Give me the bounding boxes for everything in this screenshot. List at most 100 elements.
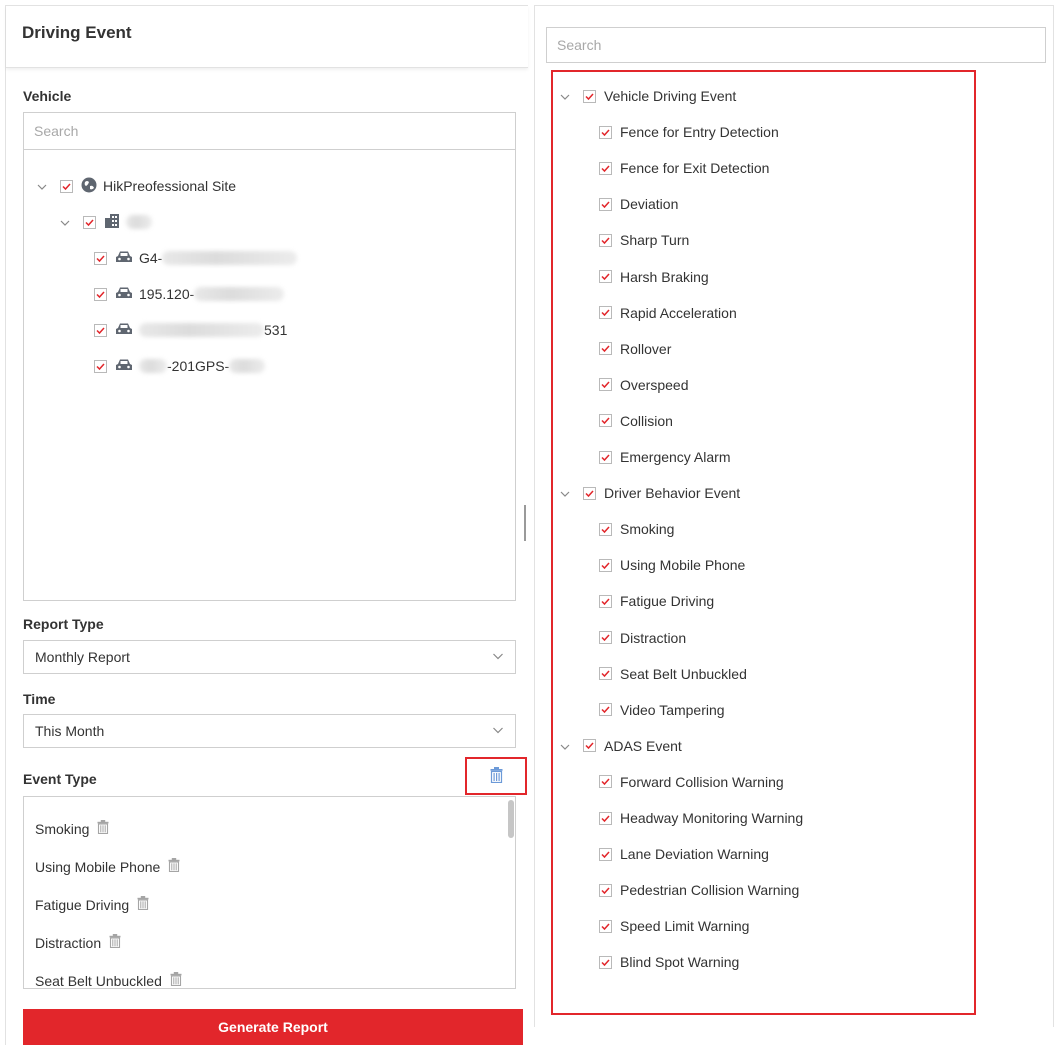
event-checkbox[interactable] <box>599 450 612 464</box>
event-checkbox[interactable] <box>599 667 612 681</box>
chevron-down-icon[interactable] <box>59 216 71 228</box>
event-checkbox[interactable] <box>599 955 612 969</box>
vehicle-search-input[interactable] <box>23 112 516 150</box>
event-checkbox[interactable] <box>599 522 612 536</box>
event-label: Seat Belt Unbuckled <box>35 972 162 989</box>
trash-icon[interactable] <box>170 972 182 988</box>
event-item[interactable]: Video Tampering <box>599 699 725 721</box>
event-item[interactable]: Seat Belt Unbuckled <box>599 663 747 685</box>
event-checkbox[interactable] <box>599 270 612 283</box>
event-checkbox[interactable] <box>599 594 612 608</box>
tree-node-vehicle[interactable]: G4- <box>94 247 298 269</box>
event-checkbox[interactable] <box>599 125 612 139</box>
event-item[interactable]: Sharp Turn <box>599 229 689 251</box>
redacted-vehicle-name <box>162 251 298 265</box>
tree-node-vehicle[interactable]: -201GPS- <box>94 355 266 377</box>
group-checkbox[interactable] <box>583 89 596 103</box>
trash-icon[interactable] <box>168 858 180 875</box>
chevron-down-icon[interactable] <box>559 740 571 752</box>
trash-icon[interactable] <box>137 896 149 913</box>
event-label: Smoking <box>620 521 675 538</box>
event-label: Smoking <box>35 820 90 837</box>
event-item[interactable]: Rapid Acceleration <box>599 302 737 324</box>
chevron-down-icon[interactable] <box>559 487 571 499</box>
event-checkbox[interactable] <box>599 919 612 933</box>
event-checkbox[interactable] <box>599 306 612 320</box>
event-item[interactable]: Smoking <box>599 518 674 540</box>
event-group[interactable]: Driver Behavior Event <box>559 482 740 504</box>
scrollbar[interactable] <box>508 800 514 838</box>
event-checkbox[interactable] <box>599 197 612 211</box>
chevron-down-icon[interactable] <box>36 180 48 192</box>
event-group[interactable]: ADAS Event <box>559 735 682 757</box>
event-item[interactable]: Fence for Entry Detection <box>599 121 779 143</box>
event-checkbox[interactable] <box>599 631 612 644</box>
event-checkbox[interactable] <box>599 558 612 572</box>
site-label: HikPreofessional Site <box>103 178 237 194</box>
event-item[interactable]: Forward Collision Warning <box>599 771 784 793</box>
event-checkbox[interactable] <box>599 378 612 392</box>
event-item[interactable]: Distraction <box>599 627 686 649</box>
event-item[interactable]: Collision <box>599 410 673 432</box>
vehicle-checkbox[interactable] <box>94 287 107 301</box>
vehicle-checkbox[interactable] <box>94 251 107 265</box>
tree-node-site[interactable]: HikPreofessional Site <box>36 175 236 197</box>
event-checkbox[interactable] <box>599 233 612 247</box>
event-item[interactable]: Speed Limit Warning <box>599 915 749 937</box>
event-checkbox[interactable] <box>599 883 612 897</box>
car-icon <box>115 322 133 339</box>
car-icon <box>115 286 133 303</box>
tree-node-vehicle[interactable]: 531 <box>94 319 287 341</box>
group-checkbox[interactable] <box>583 486 596 500</box>
event-label: Distraction <box>35 934 102 951</box>
vehicle-tree-box: HikPreofessional Site G4- <box>23 112 516 601</box>
event-checkbox[interactable] <box>599 414 612 428</box>
group-checkbox[interactable] <box>583 739 596 753</box>
event-search-input[interactable] <box>546 27 1046 63</box>
event-item[interactable]: Lane Deviation Warning <box>599 843 769 865</box>
trash-icon[interactable] <box>97 820 109 837</box>
event-checkbox[interactable] <box>599 703 612 717</box>
event-item[interactable]: Pedestrian Collision Warning <box>599 879 799 901</box>
event-label: Fence for Entry Detection <box>620 124 779 141</box>
event-label: Speed Limit Warning <box>620 918 750 935</box>
event-item[interactable]: Emergency Alarm <box>599 446 730 468</box>
redacted-vehicle-name <box>229 359 266 373</box>
vehicle-label: G4- <box>139 250 163 266</box>
selected-event-list: Smoking Using Mobile Phone Fatigue Drivi… <box>23 796 516 989</box>
panel-splitter[interactable] <box>524 505 526 541</box>
tree-node-vehicle[interactable]: 195.120- <box>94 283 285 305</box>
vehicle-label: 195.120- <box>139 286 195 302</box>
building-icon <box>104 213 120 232</box>
event-item[interactable]: Rollover <box>599 338 671 360</box>
event-checkbox[interactable] <box>599 847 612 861</box>
car-icon <box>115 250 133 267</box>
event-item[interactable]: Fence for Exit Detection <box>599 157 769 179</box>
report-type-select[interactable]: Monthly Report <box>23 640 516 674</box>
event-item[interactable]: Headway Monitoring Warning <box>599 807 803 829</box>
event-checkbox[interactable] <box>599 811 612 825</box>
chevron-down-icon[interactable] <box>559 90 571 102</box>
event-item[interactable]: Using Mobile Phone <box>599 554 745 576</box>
generate-report-button[interactable]: Generate Report <box>23 1009 523 1045</box>
area-checkbox[interactable] <box>83 215 96 229</box>
event-item[interactable]: Harsh Braking <box>599 266 709 288</box>
event-item[interactable]: Fatigue Driving <box>599 590 714 612</box>
site-checkbox[interactable] <box>60 179 73 193</box>
event-checkbox[interactable] <box>599 161 612 175</box>
tree-node-area[interactable] <box>59 211 152 233</box>
trash-icon[interactable] <box>109 934 121 951</box>
vehicle-checkbox[interactable] <box>94 323 107 337</box>
page-title: Driving Event <box>22 23 132 42</box>
event-item[interactable]: Deviation <box>599 193 678 215</box>
time-select[interactable]: This Month <box>23 714 516 748</box>
event-checkbox[interactable] <box>599 342 612 356</box>
event-label: Fence for Exit Detection <box>620 160 770 177</box>
vehicle-checkbox[interactable] <box>94 359 107 373</box>
event-group[interactable]: Vehicle Driving Event <box>559 85 736 107</box>
delete-all-button[interactable] <box>465 757 527 795</box>
list-item: Fatigue Driving <box>35 896 149 913</box>
event-item[interactable]: Overspeed <box>599 374 688 396</box>
event-item[interactable]: Blind Spot Warning <box>599 951 739 973</box>
event-checkbox[interactable] <box>599 775 612 789</box>
